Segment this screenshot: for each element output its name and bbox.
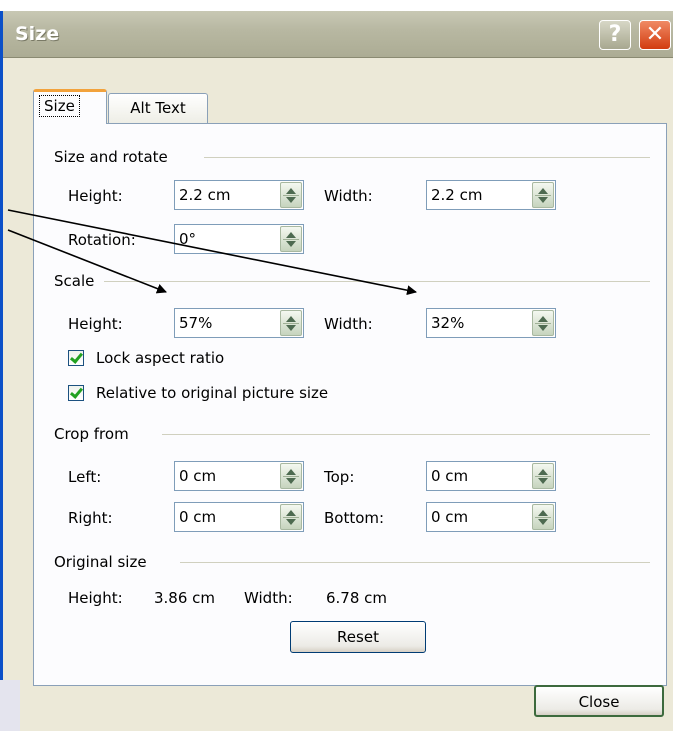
close-icon[interactable]: ✕ — [639, 20, 671, 50]
crop-left-spinner[interactable] — [280, 463, 302, 489]
scale-height-spinner[interactable] — [280, 310, 302, 336]
width-value: 2.2 cm — [431, 186, 483, 204]
spin-down-icon — [286, 197, 296, 203]
scale-width-value: 32% — [431, 314, 465, 332]
crop-left-label: Left: — [68, 468, 102, 486]
tab-alt-text[interactable]: Alt Text — [108, 93, 208, 123]
height-spinner[interactable] — [280, 182, 302, 208]
spin-up-icon — [286, 316, 296, 322]
spin-up-icon — [538, 316, 548, 322]
group-divider — [104, 281, 650, 282]
group-divider — [204, 157, 650, 158]
crop-right-label: Right: — [68, 509, 113, 527]
tab-size-label: Size — [39, 95, 80, 117]
crop-top-field[interactable]: 0 cm — [426, 461, 556, 491]
crop-bottom-field[interactable]: 0 cm — [426, 502, 556, 532]
title-bar[interactable]: Size ? ✕ — [3, 11, 673, 58]
group-scale-label: Scale — [54, 272, 95, 290]
group-size-rotate-label: Size and rotate — [54, 148, 168, 166]
spin-up-icon — [286, 510, 296, 516]
spin-up-icon — [538, 469, 548, 475]
height-label: Height: — [68, 187, 123, 205]
rotation-label: Rotation: — [68, 231, 136, 249]
scale-height-label: Height: — [68, 315, 123, 333]
crop-bottom-label: Bottom: — [324, 509, 385, 527]
original-width-label: Width: — [244, 589, 293, 607]
crop-top-value: 0 cm — [431, 467, 469, 485]
group-divider — [162, 434, 650, 435]
relative-size-checkbox[interactable] — [68, 385, 84, 401]
help-icon[interactable]: ? — [599, 20, 631, 50]
crop-top-label: Top: — [324, 468, 355, 486]
lock-aspect-checkbox[interactable] — [68, 350, 84, 366]
original-height-label: Height: — [68, 589, 123, 607]
spin-down-icon — [538, 325, 548, 331]
group-crop-label: Crop from — [54, 425, 129, 443]
scale-width-field[interactable]: 32% — [426, 308, 556, 338]
crop-left-value: 0 cm — [179, 467, 217, 485]
size-dialog: Size ? ✕ Size Alt Text Size and rotate H… — [0, 11, 673, 731]
lock-aspect-label[interactable]: Lock aspect ratio — [96, 348, 224, 368]
reset-button[interactable]: Reset — [290, 621, 426, 653]
spin-up-icon — [538, 510, 548, 516]
crop-right-value: 0 cm — [179, 508, 217, 526]
width-label: Width: — [324, 187, 373, 205]
group-original-label: Original size — [54, 553, 147, 571]
size-tab-panel: Size and rotate Height: 2.2 cm Width: 2.… — [33, 123, 667, 686]
close-button[interactable]: Close — [534, 685, 664, 717]
crop-right-spinner[interactable] — [280, 504, 302, 530]
spin-down-icon — [286, 478, 296, 484]
rotation-field[interactable]: 0° — [174, 224, 304, 254]
spin-down-icon — [538, 197, 548, 203]
dialog-title: Size — [15, 23, 60, 45]
spin-up-icon — [286, 469, 296, 475]
rotation-value: 0° — [179, 230, 197, 248]
scale-width-spinner[interactable] — [532, 310, 554, 336]
group-divider — [180, 562, 650, 563]
scale-height-field[interactable]: 57% — [174, 308, 304, 338]
height-field[interactable]: 2.2 cm — [174, 180, 304, 210]
spin-up-icon — [538, 188, 548, 194]
spin-up-icon — [286, 232, 296, 238]
rotation-spinner[interactable] — [280, 226, 302, 252]
scale-width-label: Width: — [324, 315, 373, 333]
scale-height-value: 57% — [179, 314, 213, 332]
width-field[interactable]: 2.2 cm — [426, 180, 556, 210]
height-value: 2.2 cm — [179, 186, 231, 204]
spin-down-icon — [538, 478, 548, 484]
crop-right-field[interactable]: 0 cm — [174, 502, 304, 532]
spin-down-icon — [538, 519, 548, 525]
original-height-value: 3.86 cm — [154, 589, 216, 607]
relative-size-label[interactable]: Relative to original picture size — [96, 383, 328, 403]
spin-down-icon — [286, 325, 296, 331]
spin-up-icon — [286, 188, 296, 194]
spin-down-icon — [286, 241, 296, 247]
crop-bottom-value: 0 cm — [431, 508, 469, 526]
crop-top-spinner[interactable] — [532, 463, 554, 489]
crop-left-field[interactable]: 0 cm — [174, 461, 304, 491]
original-width-value: 6.78 cm — [326, 589, 388, 607]
background-strip — [0, 680, 20, 731]
tab-size[interactable]: Size — [33, 89, 107, 124]
width-spinner[interactable] — [532, 182, 554, 208]
spin-down-icon — [286, 519, 296, 525]
crop-bottom-spinner[interactable] — [532, 504, 554, 530]
